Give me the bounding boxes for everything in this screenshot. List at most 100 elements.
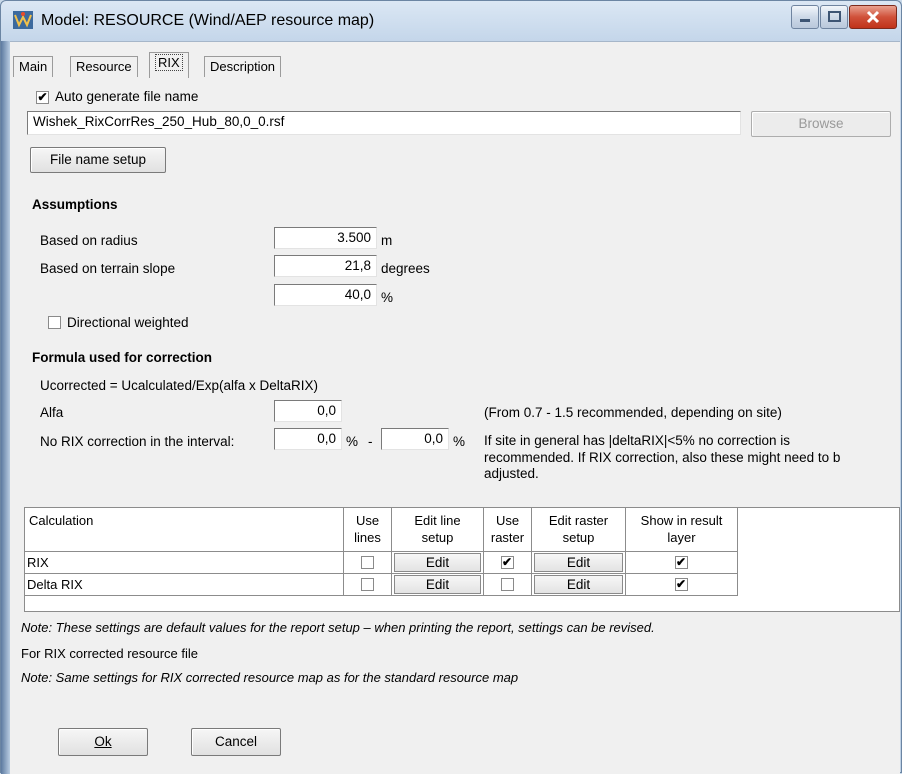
header-use-raster: Use raster — [484, 508, 532, 552]
slope-label: Based on terrain slope — [40, 261, 176, 276]
interval-note-line-3: adjusted. — [484, 466, 539, 481]
interval-from-unit: % — [346, 434, 359, 449]
formula-equation: Ucorrected = Ucalculated/Exp(alfa x Delt… — [40, 378, 318, 393]
show-result-checkbox[interactable]: ✔ — [674, 577, 688, 591]
ok-button[interactable]: Ok — [58, 728, 148, 756]
auto-generate-label: Auto generate file name — [55, 89, 199, 104]
alfa-note: (From 0.7 - 1.5 recommended, depending o… — [484, 405, 782, 420]
use-lines-cell — [344, 552, 392, 574]
tab-rix-label: RIX — [155, 54, 183, 71]
row-name-cell: Delta RIX — [25, 574, 344, 596]
directional-weighted-label: Directional weighted — [67, 315, 189, 330]
header-edit-line-line1: Edit line — [414, 513, 461, 528]
row-name: Delta RIX — [27, 577, 83, 592]
edit-raster-cell: Edit — [532, 574, 626, 596]
header-edit-raster-setup: Edit raster setup — [532, 508, 626, 552]
edit-raster-button[interactable]: Edit — [534, 553, 623, 572]
interval-note-line-1: If site in general has |deltaRIX|<5% no … — [484, 433, 791, 448]
edit-raster-cell: Edit — [532, 552, 626, 574]
note-default-settings: Note: These settings are default values … — [21, 620, 655, 635]
header-use-lines-line2: lines — [354, 530, 381, 545]
minimize-icon — [800, 19, 810, 22]
header-edit-raster-line2: setup — [562, 530, 595, 545]
tab-rix[interactable]: RIX — [149, 52, 189, 78]
interval-to-unit: % — [453, 434, 466, 449]
calculation-table: Calculation Use lines Edit line setup Us… — [24, 507, 900, 612]
radius-input[interactable]: 3.500 — [274, 227, 377, 249]
alfa-input[interactable]: 0,0 — [274, 400, 342, 422]
note-same-settings: Note: Same settings for RIX corrected re… — [21, 670, 519, 685]
file-name-field[interactable]: Wishek_RixCorrRes_250_Hub_80,0_0.rsf — [27, 111, 741, 135]
row-name: RIX — [27, 555, 49, 570]
title-bar[interactable]: Model: RESOURCE (Wind/AEP resource map) — [1, 1, 901, 41]
browse-button[interactable]: Browse — [751, 111, 891, 137]
checkmark-icon: ✔ — [37, 90, 48, 104]
radius-unit: m — [381, 233, 393, 248]
slope-input[interactable]: 21,8 — [274, 255, 377, 277]
header-use-raster-line2: raster — [490, 530, 525, 545]
show-result-cell: ✔ — [626, 552, 738, 574]
maximize-icon — [828, 11, 841, 22]
interval-from-input[interactable]: 0,0 — [274, 428, 342, 450]
formula-heading: Formula used for correction — [32, 350, 213, 365]
edit-line-cell: Edit — [392, 552, 484, 574]
edit-line-button[interactable]: Edit — [394, 553, 481, 572]
row-name-cell: RIX — [25, 552, 344, 574]
window-title: Model: RESOURCE (Wind/AEP resource map) — [41, 12, 375, 29]
header-use-raster-line1: Use — [495, 513, 520, 528]
use-raster-cell — [484, 574, 532, 596]
slope-unit: degrees — [381, 261, 430, 276]
tab-main[interactable]: Main — [13, 56, 54, 77]
percent-unit: % — [381, 290, 394, 305]
use-lines-checkbox[interactable] — [360, 556, 374, 569]
header-edit-raster-line1: Edit raster — [548, 513, 609, 528]
header-show-in-result-layer: Show in result layer — [626, 508, 738, 552]
edit-line-cell: Edit — [392, 574, 484, 596]
edit-raster-button[interactable]: Edit — [534, 575, 623, 594]
show-result-checkbox[interactable]: ✔ — [674, 555, 688, 569]
checkmark-icon: ✔ — [501, 555, 513, 569]
header-edit-line-setup: Edit line setup — [392, 508, 484, 552]
assumptions-heading: Assumptions — [32, 197, 118, 212]
dialog-window: Model: RESOURCE (Wind/AEP resource map) … — [0, 0, 902, 774]
header-edit-line-line2: setup — [421, 530, 454, 545]
edit-line-button[interactable]: Edit — [394, 575, 481, 594]
header-calculation: Calculation — [25, 508, 344, 552]
checkmark-icon: ✔ — [675, 577, 687, 591]
for-rix-label: For RIX corrected resource file — [21, 646, 199, 661]
maximize-button[interactable] — [820, 5, 848, 29]
interval-dash: - — [368, 434, 373, 449]
use-raster-checkbox[interactable]: ✔ — [500, 555, 514, 569]
auto-generate-checkbox[interactable]: ✔ — [36, 91, 49, 104]
close-button[interactable] — [849, 5, 897, 29]
header-use-lines: Use lines — [344, 508, 392, 552]
tab-description-label: Description — [210, 59, 276, 74]
directional-weighted-checkbox[interactable] — [48, 316, 61, 329]
header-show-line1: Show in result — [640, 513, 723, 528]
interval-to-input[interactable]: 0,0 — [381, 428, 449, 450]
header-use-lines-line1: Use — [355, 513, 380, 528]
cancel-button[interactable]: Cancel — [191, 728, 281, 756]
header-show-line2: layer — [667, 530, 696, 545]
use-lines-cell — [344, 574, 392, 596]
file-name-setup-button[interactable]: File name setup — [30, 147, 166, 173]
minimize-button[interactable] — [791, 5, 819, 29]
tab-description[interactable]: Description — [204, 56, 282, 77]
windpro-app-icon — [13, 11, 33, 29]
radius-label: Based on radius — [40, 233, 138, 248]
header-calculation-label: Calculation — [29, 513, 94, 528]
tab-resource[interactable]: Resource — [70, 56, 138, 77]
use-raster-checkbox[interactable] — [500, 578, 514, 591]
use-raster-cell: ✔ — [484, 552, 532, 574]
tab-main-label: Main — [19, 59, 48, 74]
dialog-client-area: Main Resource RIX Description ✔ Auto gen… — [10, 41, 900, 774]
close-icon — [866, 10, 880, 24]
percent-input[interactable]: 40,0 — [274, 284, 377, 306]
ok-button-label: Ok — [94, 734, 112, 749]
interval-note-line-2: recommended. If RIX correction, also the… — [484, 450, 841, 465]
checkmark-icon: ✔ — [675, 555, 687, 569]
alfa-label: Alfa — [40, 405, 64, 420]
tab-resource-label: Resource — [76, 59, 132, 74]
show-result-cell: ✔ — [626, 574, 738, 596]
use-lines-checkbox[interactable] — [360, 578, 374, 591]
